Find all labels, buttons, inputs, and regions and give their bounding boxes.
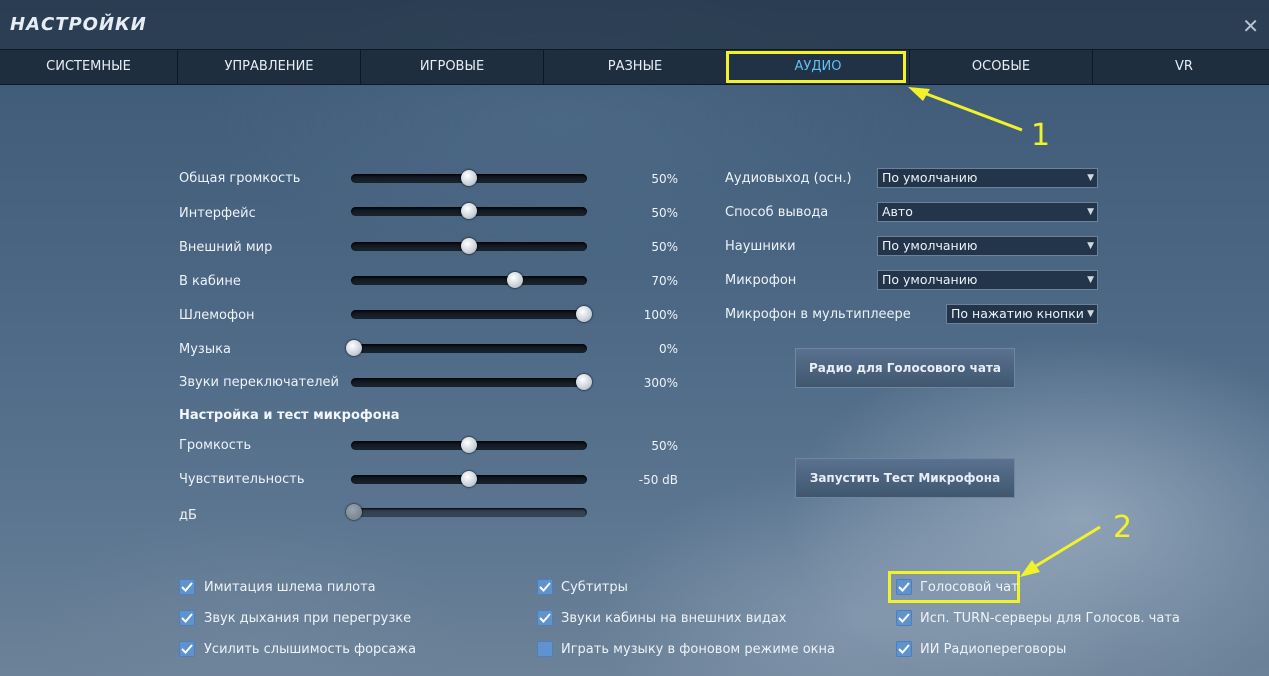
- checkbox-breath[interactable]: [179, 610, 195, 626]
- volume-value: 50%: [651, 206, 678, 220]
- slider-headset-volume[interactable]: [351, 306, 592, 322]
- meter-handle: [346, 504, 362, 520]
- checkbox-voice-chat-label: Голосовой чат: [920, 580, 1019, 595]
- slider-handle[interactable]: [461, 238, 477, 254]
- slider-handle[interactable]: [461, 203, 477, 219]
- slider-cockpit-volume[interactable]: [351, 272, 587, 288]
- title-bar: НАСТРОЙКИ ✕: [0, 0, 1269, 49]
- volume-value: 0%: [658, 342, 678, 356]
- annotation-marker-1: 1: [1031, 118, 1051, 153]
- chevron-down-icon: ▼: [1087, 241, 1094, 251]
- volume-label: Звуки переключателей: [179, 375, 339, 390]
- slider-world-volume[interactable]: [351, 238, 587, 254]
- checkbox-voice-chat[interactable]: [896, 579, 912, 595]
- voice-radio-button[interactable]: Радио для Голосового чата: [795, 348, 1015, 388]
- slider-handle[interactable]: [576, 374, 592, 390]
- tab-misc[interactable]: РАЗНЫЕ: [544, 50, 727, 84]
- tab-vr[interactable]: VR: [1093, 50, 1269, 84]
- volume-label: Шлемофон: [179, 308, 255, 323]
- slider-interface-volume[interactable]: [351, 203, 587, 219]
- mic-section-title: Настройка и тест микрофона: [179, 408, 400, 423]
- tab-system[interactable]: СИСТЕМНЫЕ: [0, 50, 178, 84]
- headphones-label: Наушники: [725, 239, 796, 254]
- mic-sensitivity-value: -50 dB: [638, 473, 678, 487]
- volume-value: 50%: [651, 172, 678, 186]
- mic-dropdown[interactable]: По умолчанию ▼: [877, 270, 1098, 290]
- checkbox-turn-servers[interactable]: [896, 610, 912, 626]
- slider-handle[interactable]: [576, 306, 592, 322]
- slider-handle[interactable]: [461, 471, 477, 487]
- slider-mic-gain[interactable]: [351, 437, 587, 453]
- mic-label: Микрофон: [725, 273, 797, 288]
- slider-master-volume[interactable]: [351, 170, 587, 186]
- tab-special[interactable]: ОСОБЫЕ: [910, 50, 1093, 84]
- chevron-down-icon: ▼: [1087, 173, 1094, 183]
- mode-label: Способ вывода: [725, 205, 829, 220]
- volume-label: В кабине: [179, 274, 241, 289]
- highlight-audio-tab: [726, 51, 906, 83]
- close-icon[interactable]: ✕: [1242, 14, 1259, 38]
- mic-sensitivity-label: Чувствительность: [179, 472, 305, 487]
- headphones-dropdown[interactable]: По умолчанию ▼: [877, 236, 1098, 256]
- volume-value: 100%: [643, 308, 678, 322]
- mp-mic-dropdown[interactable]: По нажатию кнопки ▼: [946, 304, 1098, 324]
- output-label: Аудиовыход (осн.): [725, 171, 852, 186]
- checkbox-subtitles[interactable]: [537, 579, 553, 595]
- slider-handle[interactable]: [461, 437, 477, 453]
- chevron-down-icon: ▼: [1087, 207, 1094, 217]
- volume-value: 300%: [643, 376, 678, 390]
- volume-label: Внешний мир: [179, 240, 273, 255]
- slider-music-volume[interactable]: [346, 340, 587, 356]
- checkbox-breath-label: Звук дыхания при перегрузке: [204, 611, 412, 626]
- slider-handle[interactable]: [507, 272, 523, 288]
- mic-level-meter: [346, 504, 587, 520]
- mic-db-label: дБ: [179, 508, 197, 523]
- checkbox-ai-radio-label: ИИ Радиопереговоры: [920, 642, 1067, 657]
- checkbox-helmet[interactable]: [179, 579, 195, 595]
- tab-controls[interactable]: УПРАВЛЕНИЕ: [178, 50, 361, 84]
- checkbox-cockpit-external[interactable]: [537, 610, 553, 626]
- slider-mic-sensitivity[interactable]: [351, 471, 587, 487]
- window-title: НАСТРОЙКИ: [10, 14, 147, 35]
- chevron-down-icon: ▼: [1087, 275, 1094, 285]
- checkbox-background-music-label: Играть музыку в фоновом режиме окна: [561, 642, 835, 657]
- checkbox-turn-servers-label: Исп. TURN-серверы для Голосов. чата: [920, 611, 1180, 626]
- volume-value: 50%: [651, 240, 678, 254]
- mic-gain-value: 50%: [651, 439, 678, 453]
- checkbox-helmet-label: Имитация шлема пилота: [204, 580, 376, 595]
- checkbox-ai-radio[interactable]: [896, 641, 912, 657]
- volume-label: Музыка: [179, 342, 231, 357]
- mp-mic-value: По нажатию кнопки: [951, 306, 1084, 321]
- slider-switches-volume[interactable]: [351, 374, 592, 390]
- chevron-down-icon: ▼: [1087, 309, 1094, 319]
- tab-gameplay[interactable]: ИГРОВЫЕ: [361, 50, 544, 84]
- slider-handle[interactable]: [461, 170, 477, 186]
- mic-gain-label: Громкость: [179, 438, 252, 453]
- volume-value: 70%: [651, 274, 678, 288]
- mic-value: По умолчанию: [882, 272, 978, 287]
- annotation-arrows: [908, 87, 1101, 577]
- mp-mic-label: Микрофон в мультиплеере: [725, 307, 911, 322]
- slider-handle[interactable]: [346, 340, 362, 356]
- checkbox-subtitles-label: Субтитры: [561, 580, 628, 595]
- volume-label: Общая громкость: [179, 171, 301, 186]
- tab-bar: СИСТЕМНЫЕ УПРАВЛЕНИЕ ИГРОВЫЕ РАЗНЫЕ АУДИ…: [0, 49, 1269, 85]
- headphones-value: По умолчанию: [882, 238, 978, 253]
- checkbox-afterburner-label: Усилить слышимость форсажа: [204, 642, 417, 657]
- annotation-marker-2: 2: [1113, 510, 1133, 545]
- mode-value: Авто: [882, 204, 913, 219]
- volume-label: Интерфейс: [179, 206, 256, 221]
- mic-test-button[interactable]: Запустить Тест Микрофона: [795, 458, 1015, 498]
- checkbox-afterburner[interactable]: [179, 641, 195, 657]
- output-dropdown[interactable]: По умолчанию ▼: [877, 168, 1098, 188]
- checkbox-cockpit-external-label: Звуки кабины на внешних видах: [561, 611, 787, 626]
- output-value: По умолчанию: [882, 170, 978, 185]
- checkbox-background-music[interactable]: [537, 641, 553, 657]
- mode-dropdown[interactable]: Авто ▼: [877, 202, 1098, 222]
